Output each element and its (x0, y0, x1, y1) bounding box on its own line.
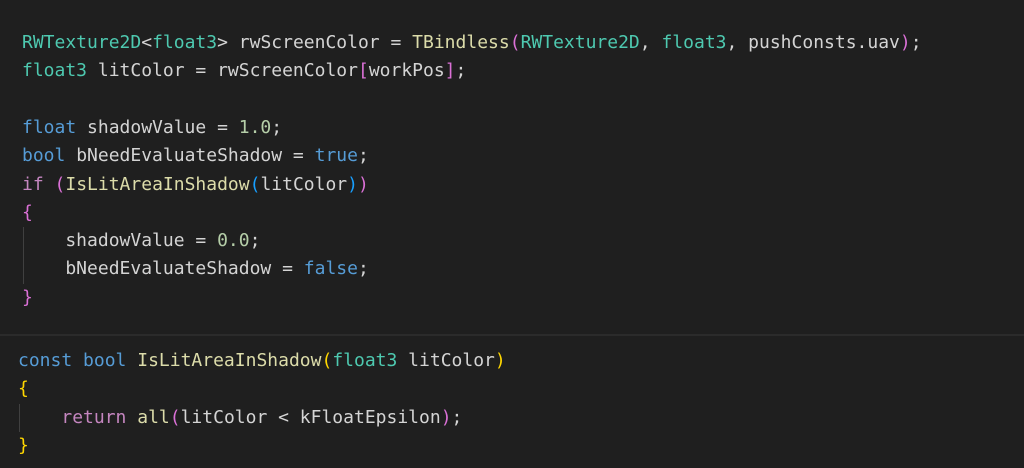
code-token: all (137, 406, 170, 428)
code-token: ) (347, 173, 358, 195)
code-token: ; (249, 230, 261, 252)
code-line: { (18, 375, 29, 403)
code-token: float3 (332, 350, 398, 371)
code-token: IsLitAreaInShadow (137, 350, 322, 371)
indent-guide (19, 403, 20, 432)
code-line: bool bNeedEvaluateShadow = true; (22, 142, 369, 170)
code-token: ( (509, 32, 521, 53)
code-token: TBindless (412, 32, 510, 53)
code-token: ( (169, 406, 181, 428)
code-line: const bool IsLitAreaInShadow(float3 litC… (18, 347, 506, 375)
code-token: litColor < kFloatEpsilon (180, 406, 441, 428)
code-token: shadowValue = (76, 116, 239, 138)
code-token: ; (271, 116, 283, 138)
code-token: ) (440, 406, 452, 428)
code-token: if (22, 173, 44, 195)
code-token: ; (455, 60, 467, 82)
code-token: , pushConsts.uav (726, 32, 900, 53)
code-token: float3 (661, 32, 727, 53)
code-token: ( (249, 173, 261, 195)
code-token: litColor = rwScreenColor (87, 60, 358, 82)
code-token: litColor (260, 173, 348, 195)
code-token: bNeedEvaluateShadow = (22, 258, 304, 280)
code-token: float3 (152, 32, 218, 53)
code-token: IsLitAreaInShadow (65, 173, 250, 195)
code-token: ] (444, 60, 456, 82)
code-token: true (314, 145, 358, 167)
code-token: > rwScreenColor = (217, 32, 413, 53)
code-line: RWTexture2D<float3> rwScreenColor = TBin… (22, 29, 922, 57)
code-token: RWTexture2D (22, 32, 142, 53)
code-token: false (303, 258, 358, 280)
code-token: bNeedEvaluateShadow = (65, 145, 315, 167)
code-snippet-function-definition: const bool IsLitAreaInShadow(float3 litC… (0, 336, 1024, 468)
code-line: float shadowValue = 1.0; (22, 114, 282, 142)
code-line: shadowValue = 0.0; (22, 227, 260, 255)
code-line: bNeedEvaluateShadow = false; (22, 255, 369, 283)
code-token: { (22, 201, 33, 223)
code-token: ; (357, 145, 369, 167)
code-token: return (61, 406, 127, 428)
code-token: workPos (368, 60, 445, 82)
code-token: ( (54, 173, 66, 195)
code-token: RWTexture2D (520, 32, 640, 53)
code-token: bool (22, 145, 66, 167)
code-token: float (22, 116, 77, 138)
code-line: { (22, 199, 33, 227)
code-token: ; (910, 32, 922, 53)
code-line: } (22, 284, 33, 312)
code-token: 1.0 (238, 116, 272, 138)
code-token: [ (357, 60, 369, 82)
code-line: if (IsLitAreaInShadow(litColor)) (22, 171, 369, 199)
code-token: { (18, 378, 29, 400)
code-line: float3 litColor = rwScreenColor[workPos]… (22, 57, 466, 85)
code-token: bool (83, 350, 127, 371)
code-token: shadowValue = (22, 230, 218, 252)
code-token: litColor (397, 350, 495, 371)
code-token: ) (494, 350, 506, 371)
code-token: ) (358, 173, 369, 195)
code-token: ; (357, 258, 369, 280)
indent-guide (23, 227, 24, 284)
code-token: , (639, 32, 662, 53)
code-token: const (18, 350, 73, 371)
code-token: } (22, 286, 33, 308)
code-line: return all(litColor < kFloatEpsilon); (18, 404, 462, 432)
code-token: } (18, 434, 29, 456)
code-token: 0.0 (217, 230, 250, 252)
code-token: < (141, 32, 153, 53)
code-token: ) (899, 32, 911, 53)
code-token: ; (451, 406, 463, 428)
code-snippet-caller: RWTexture2D<float3> rwScreenColor = TBin… (0, 0, 1024, 334)
code-line: } (18, 432, 29, 460)
code-token: ( (321, 350, 333, 371)
code-token: float3 (22, 60, 88, 82)
